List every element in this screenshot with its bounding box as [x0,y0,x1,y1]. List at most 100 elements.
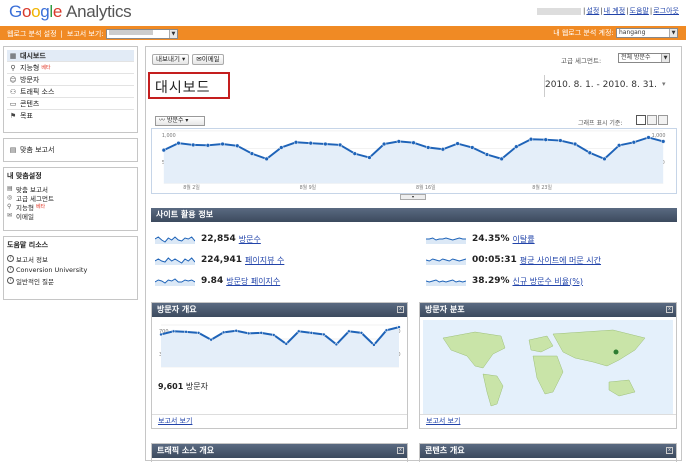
graph-week-button[interactable] [647,115,657,125]
help-link[interactable]: 도움말 [630,7,649,15]
visits-point[interactable] [352,151,357,156]
settings-link[interactable]: 설정 [586,7,599,15]
visits-point[interactable] [161,147,166,153]
visits-point[interactable] [661,139,666,144]
sidebar-item-content[interactable]: ▭ 콘텐츠 [7,98,134,110]
visitors-overview-point[interactable] [297,329,301,334]
visitors-overview-point[interactable] [334,342,339,347]
close-icon[interactable]: x [666,306,673,313]
metric-select[interactable]: 〰 방문수 ▾ [155,116,205,126]
email-icon: ✉ [7,212,13,219]
visitors-overview-point[interactable] [309,331,314,335]
visits-point[interactable] [337,142,343,148]
visitors-overview-point[interactable] [171,329,176,334]
sidebar-item-goals[interactable]: ⚑ 목표 [7,110,134,122]
my-accounts-select[interactable]: hangang ▼ [616,28,678,38]
visitors-overview-point[interactable] [234,329,238,333]
visitors-overview-point[interactable] [259,331,263,335]
visits-point[interactable] [308,140,313,146]
visits-point[interactable] [484,152,490,157]
visits-point[interactable] [528,137,534,142]
visitors-overview-point[interactable] [347,329,351,334]
visitors-overview-point[interactable] [271,333,276,337]
visits-point[interactable] [235,143,240,148]
export-button[interactable]: 내보내기 ▾ [152,54,190,65]
traffic-sources-overview-header[interactable]: 트래픽 소스 개요 x [152,444,407,458]
visits-point[interactable] [293,140,299,145]
visits-point[interactable] [470,145,475,150]
visits-point[interactable] [191,142,196,148]
visits-point[interactable] [205,143,211,148]
visitors-overview-point[interactable] [284,342,289,346]
sparkline-area [426,238,466,244]
x-axis-label-3: 8월 16일 [416,184,436,191]
content-overview-header[interactable]: 콘텐츠 개요 x [420,444,676,458]
visits-point[interactable] [381,141,387,147]
my-account-link[interactable]: 내 계정 [604,7,626,15]
sidebar-item-traffic-sources[interactable]: ⚇ 트래픽 소스 [7,86,134,98]
visits-point[interactable] [572,141,578,147]
graph-day-button[interactable] [636,115,646,125]
map-overlay-header[interactable]: 방문자 분포 x [420,303,676,317]
visits-point[interactable] [411,140,416,145]
visitors-overview-point[interactable] [196,331,201,335]
sidebar-item-intelligence[interactable]: ⚲ 지능형 베타 [7,62,134,74]
site-usage-header: 사이트 활용 정보 [151,208,677,222]
visits-point[interactable] [602,156,607,162]
visitors-overview-point[interactable] [184,330,188,334]
visitors-overview-point[interactable] [246,331,251,336]
visits-point[interactable] [396,139,402,144]
map-view-report-link[interactable]: 보고서 보기 [426,416,460,426]
visits-point[interactable] [646,135,651,140]
advanced-segment-select[interactable]: 전체 방문수 ▼ [618,53,670,63]
visits-point[interactable] [440,147,446,152]
visitors-overview-chart: 700 350 700 350 [159,324,401,368]
visits-point[interactable] [279,145,284,150]
world-map[interactable] [423,320,673,414]
visits-point[interactable] [249,151,255,156]
visits-point[interactable] [220,141,225,147]
visits-point[interactable] [499,156,504,162]
common-questions-link[interactable]: ? 일반적인 질문 [7,275,134,286]
sidebar-item-dashboard[interactable]: ▦ 대시보드 [7,50,134,62]
close-icon[interactable]: x [397,447,404,454]
chart-scroll-handle[interactable]: ▾ [400,194,426,200]
graph-month-button[interactable] [658,115,668,125]
visits-point[interactable] [631,140,637,145]
visitors-overview-point[interactable] [209,337,213,342]
visits-point[interactable] [543,137,548,142]
visits-point[interactable] [616,143,622,148]
sidebar-item-custom-reports[interactable]: ▤ 맞춤 보고서 [7,144,55,156]
email-link[interactable]: ✉ 이메일 [7,211,134,221]
visitors-overview-point[interactable] [384,328,389,332]
visitors-overview-point[interactable] [397,325,401,329]
date-range-picker[interactable]: 2010. 8. 1. - 2010. 8. 31. ▾ [545,80,666,90]
visits-point[interactable] [587,150,592,155]
visits-point[interactable] [455,141,460,146]
visitors-overview-point[interactable] [372,343,376,347]
visitors-overview-point[interactable] [322,332,326,337]
visits-point[interactable] [514,144,519,149]
visits-point[interactable] [264,156,269,162]
visits-point[interactable] [367,155,372,160]
view-reports-select[interactable]: ▼ [105,29,178,39]
visits-point[interactable] [323,141,328,147]
close-icon[interactable]: x [397,306,404,313]
logout-link[interactable]: 로그아웃 [653,7,679,15]
visits-point[interactable] [426,145,431,150]
visits-point[interactable] [558,138,563,143]
about-report-link[interactable]: ? 보고서 정보 [7,253,134,264]
visitors-view-report-link[interactable]: 보고서 보기 [158,416,192,426]
email-button[interactable]: ✉이메일 [192,54,224,65]
visitors-overview-point[interactable] [221,330,226,335]
conversion-university-link[interactable]: ? Conversion University [7,264,134,275]
visits-point[interactable] [176,140,181,146]
visitors-overview-point[interactable] [159,332,163,337]
google-analytics-logo[interactable]: Google Analytics [9,2,132,22]
visitors-overview-header[interactable]: 방문자 개요 x [152,303,407,317]
sidebar-item-visitors[interactable]: ☺ 방문자 [7,74,134,86]
analytics-settings-link[interactable]: 웹로그 분석 설정 [7,30,57,38]
visitors-overview-point[interactable] [359,331,364,335]
close-icon[interactable]: x [666,447,673,454]
my-customizations-title: 내 맞춤설정 [7,172,42,180]
